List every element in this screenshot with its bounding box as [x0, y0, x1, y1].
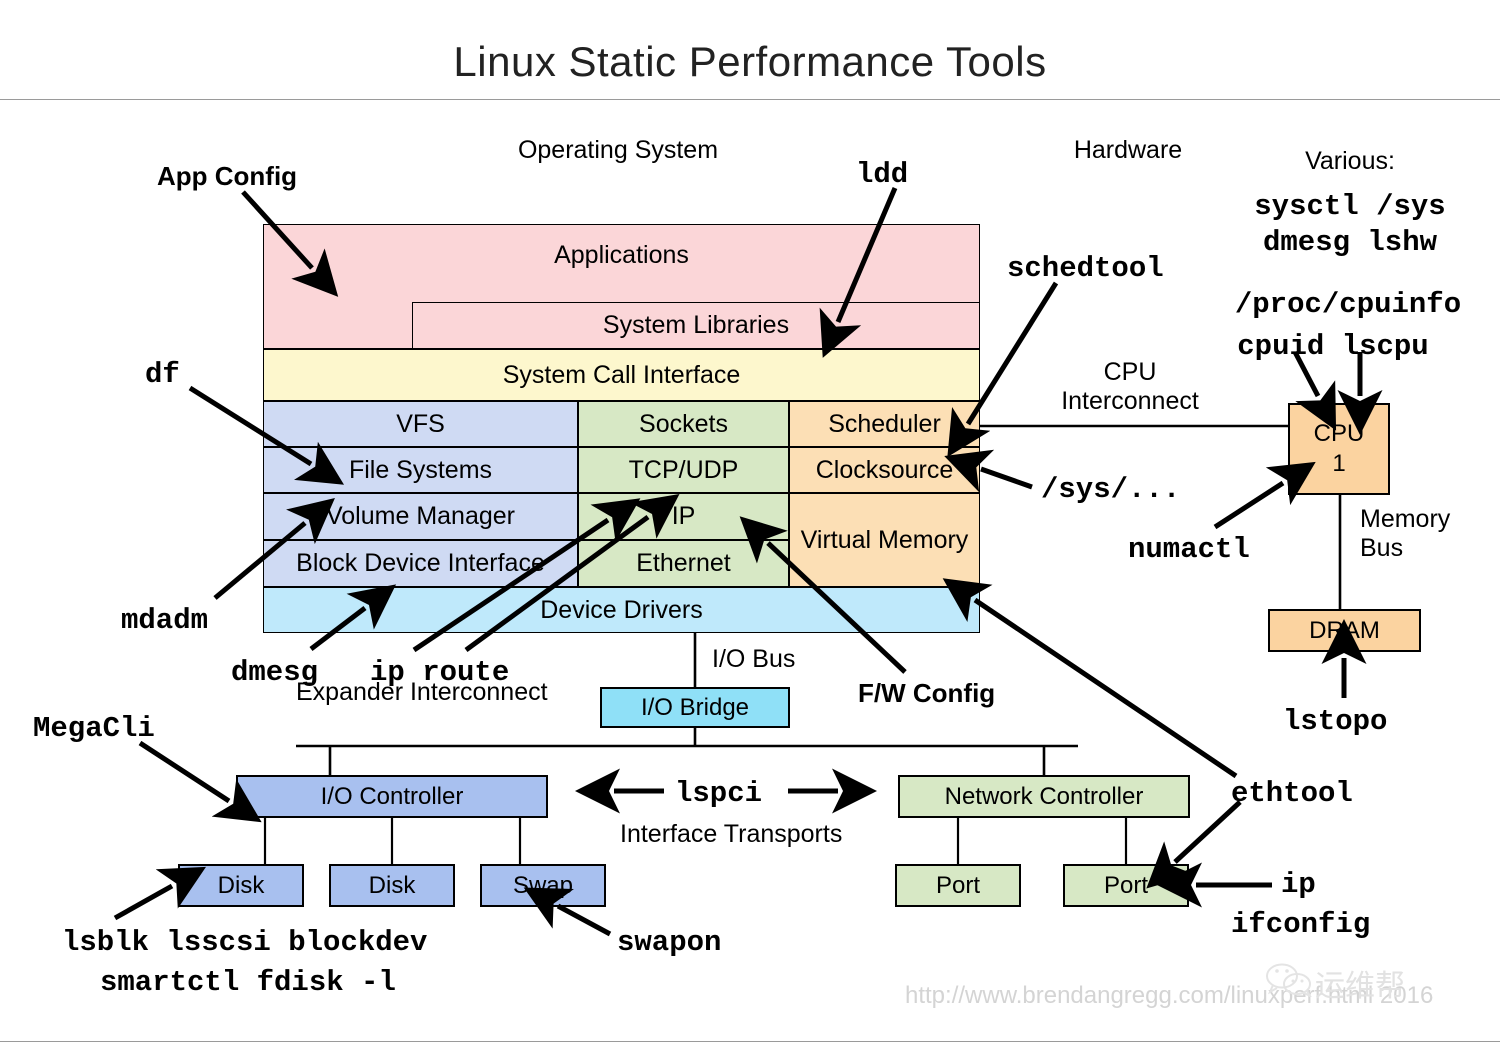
- tool-dmesg-lshw: dmesg lshw: [1262, 226, 1438, 259]
- stack-ethernet-label: Ethernet: [636, 549, 731, 578]
- stack-tcp-udp: TCP/UDP: [578, 447, 789, 493]
- stack-file-systems: File Systems: [263, 447, 578, 493]
- tool-lspci: lspci: [675, 777, 763, 810]
- tool-fw-config: F/W Config: [858, 678, 996, 708]
- tool-megacli: MegaCli: [33, 712, 155, 745]
- stack-device-drivers: Device Drivers: [263, 587, 980, 633]
- stack-system-call-interface-label: System Call Interface: [502, 360, 741, 389]
- stack-vfs-label: VFS: [396, 409, 445, 438]
- stack-ip: IP: [578, 493, 789, 540]
- label-memory-bus: Memory Bus: [1360, 505, 1450, 562]
- disk-2: Disk: [329, 864, 455, 907]
- tool-ldd: ldd: [856, 158, 909, 191]
- io-bridge: I/O Bridge: [600, 687, 790, 728]
- tool-swapon: swapon: [617, 926, 722, 959]
- arrow-numactl: [1213, 461, 1316, 530]
- page-title: Linux Static Performance Tools: [453, 38, 1047, 85]
- tool-smartctl-line: smartctl fdisk -l: [100, 966, 396, 999]
- stack-vfs: VFS: [263, 401, 578, 447]
- diagram-canvas: Linux Static Performance Tools Operating…: [0, 0, 1500, 1050]
- stack-system-libraries: System Libraries: [412, 302, 980, 349]
- port-2: Port: [1063, 864, 1189, 907]
- tool-app-config: App Config: [157, 161, 298, 191]
- io-bridge-label: I/O Bridge: [640, 693, 750, 721]
- label-cpu-interconnect: CPU Interconnect: [1061, 358, 1199, 415]
- arrow-swapon: [523, 887, 612, 937]
- arrow-lsblk: [113, 866, 207, 921]
- tool-ip-route: ip route: [370, 656, 510, 689]
- port-1: Port: [895, 864, 1021, 907]
- stack-block-device-interface: Block Device Interface: [263, 540, 578, 587]
- stack-clocksource: Clocksource: [789, 447, 980, 493]
- cpu-1-label-line1: CPU: [1313, 420, 1365, 448]
- label-cpu-interconnect-line1: CPU: [1103, 358, 1157, 386]
- tool-ethtool: ethtool: [1231, 777, 1353, 810]
- tool-lstopo: lstopo: [1283, 705, 1388, 738]
- arrow-schedtool: [947, 281, 1059, 458]
- stack-file-systems-label: File Systems: [348, 455, 493, 484]
- stack-block-device-interface-label: Block Device Interface: [296, 549, 545, 578]
- dram: DRAM: [1268, 609, 1421, 652]
- swap-device: Swap: [480, 864, 606, 907]
- tool-cpuid-lscpu: cpuid lscpu: [1237, 330, 1429, 363]
- tool-numactl: numactl: [1128, 533, 1250, 566]
- network-controller: Network Controller: [898, 775, 1190, 818]
- tool-sysctl-sys: sysctl /sys: [1254, 190, 1446, 223]
- stack-scheduler-label: Scheduler: [828, 409, 941, 438]
- stack-volume-manager-label: Volume Manager: [325, 502, 515, 531]
- io-controller-label: I/O Controller: [320, 782, 464, 810]
- label-operating-system: Operating System: [517, 136, 719, 164]
- cpu-1: CPU 1: [1288, 403, 1390, 495]
- cpu-1-label-line2: 1: [1332, 450, 1346, 477]
- stack-system-call-interface: System Call Interface: [263, 349, 980, 401]
- network-controller-label: Network Controller: [944, 782, 1144, 810]
- io-controller: I/O Controller: [236, 775, 548, 818]
- stack-sockets-label: Sockets: [639, 409, 728, 438]
- dram-label: DRAM: [1309, 616, 1380, 644]
- arrow-ethtool-drivers: [942, 578, 1238, 779]
- arrow-megacli: [138, 740, 262, 823]
- label-interface-transports: Interface Transports: [620, 820, 843, 848]
- tool-mdadm: mdadm: [121, 604, 209, 637]
- stack-scheduler: Scheduler: [789, 401, 980, 447]
- label-memory-bus-line1: Memory: [1360, 505, 1451, 533]
- disk-1: Disk: [178, 864, 304, 907]
- port-2-label: Port: [1103, 871, 1148, 899]
- disk-1-label: Disk: [217, 871, 265, 899]
- tool-ifconfig: ifconfig: [1231, 908, 1371, 941]
- stack-ip-label: IP: [671, 502, 696, 531]
- tool-sys-slash: /sys/...: [1041, 473, 1181, 506]
- stack-device-drivers-label: Device Drivers: [540, 595, 703, 624]
- stack-volume-manager: Volume Manager: [263, 493, 578, 540]
- tool-ip: ip: [1281, 868, 1316, 901]
- watermark-text: 运维帮: [1315, 970, 1405, 1003]
- port-1-label: Port: [935, 871, 980, 899]
- stack-sockets: Sockets: [578, 401, 789, 447]
- tool-lsblk-line: lsblk lsscsi blockdev: [62, 926, 428, 959]
- stack-clocksource-label: Clocksource: [815, 455, 954, 484]
- stack-system-libraries-label: System Libraries: [602, 311, 790, 340]
- tool-df: df: [145, 358, 180, 391]
- label-various: Various:: [1305, 147, 1395, 175]
- arrow-sys-slash: [944, 449, 1033, 493]
- tool-schedtool: schedtool: [1007, 252, 1164, 285]
- stack-applications-label: Applications: [554, 241, 689, 269]
- tool-dmesg: dmesg: [231, 656, 319, 689]
- label-memory-bus-line2: Bus: [1360, 533, 1404, 562]
- stack-ethernet: Ethernet: [578, 540, 789, 587]
- disk-2-label: Disk: [368, 871, 416, 899]
- swap-device-label: Swap: [512, 871, 574, 899]
- tool-proc-cpuinfo: /proc/cpuinfo: [1234, 288, 1462, 321]
- label-cpu-interconnect-line2: Interconnect: [1061, 386, 1199, 415]
- label-io-bus: I/O Bus: [712, 645, 796, 673]
- wechat-icon: [1266, 963, 1312, 997]
- header-divider: [0, 99, 1500, 100]
- stack-virtual-memory: Virtual Memory: [789, 493, 980, 587]
- stack-tcp-udp-label: TCP/UDP: [628, 455, 739, 484]
- footer-divider: [0, 1041, 1500, 1042]
- stack-virtual-memory-label: Virtual Memory: [800, 525, 969, 554]
- label-hardware: Hardware: [1073, 136, 1183, 164]
